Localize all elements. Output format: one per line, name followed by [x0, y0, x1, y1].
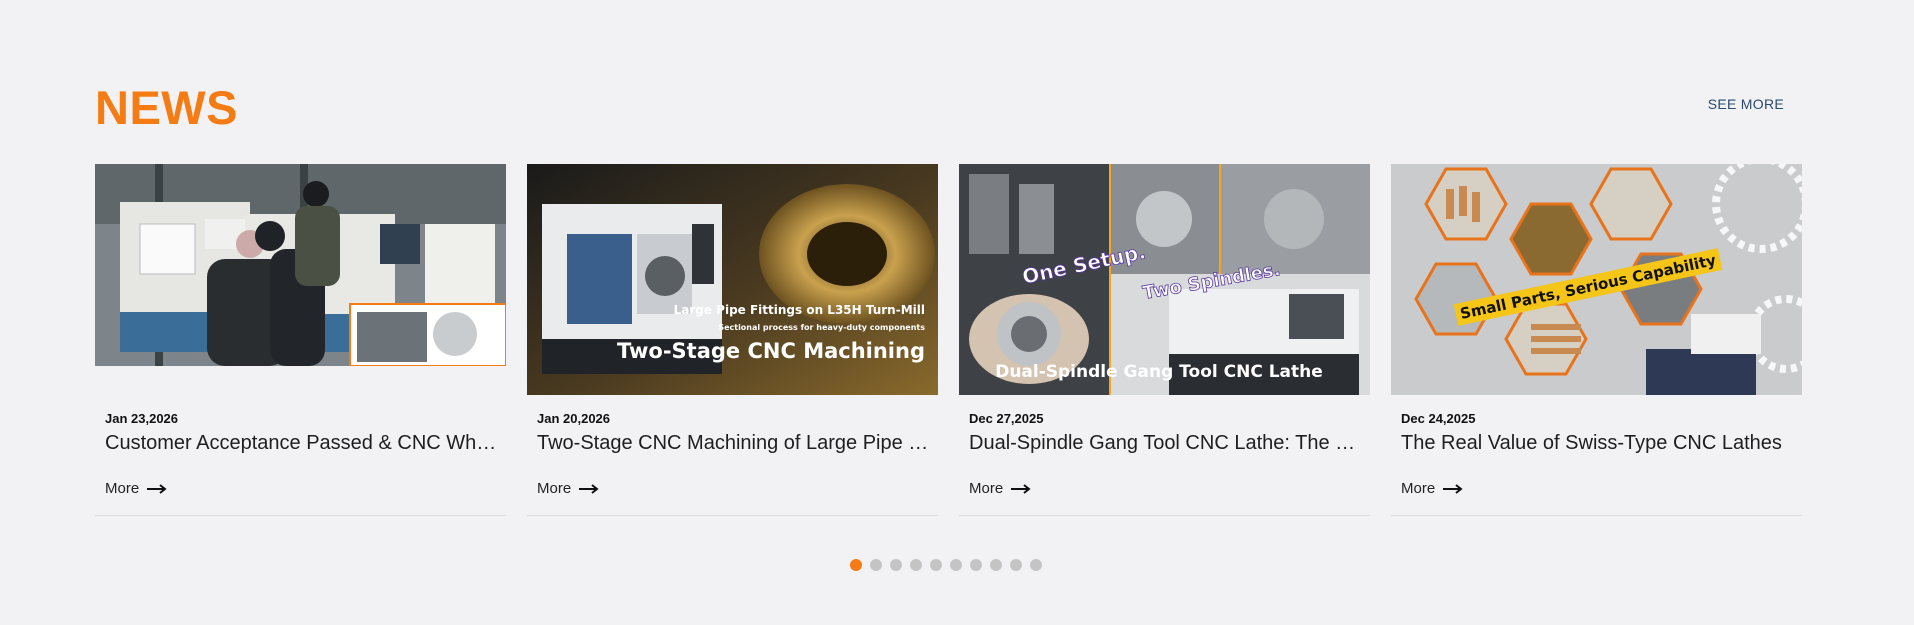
carousel-dot[interactable] [970, 559, 982, 571]
news-thumbnail[interactable]: Small Parts, Serious Capability [1391, 164, 1802, 395]
dual-spindle-lathe-image: One Setup. Two Spindles. Dual-Spindle Ga… [959, 164, 1370, 395]
carousel-dot[interactable] [1030, 559, 1042, 571]
more-link[interactable]: More [969, 480, 1031, 497]
carousel-pagination [850, 559, 1042, 571]
overlay-caption-big: Two-Stage CNC Machining [617, 339, 925, 363]
news-carousel: Jan 23,2026 Customer Acceptance Passed &… [95, 164, 1802, 516]
news-card[interactable]: Small Parts, Serious Capability Dec 24,2… [1391, 164, 1802, 516]
more-label: More [105, 480, 140, 497]
carousel-dot[interactable] [910, 559, 922, 571]
arrow-right-icon [579, 483, 599, 494]
news-date: Jan 23,2026 [105, 411, 179, 426]
news-headline[interactable]: The Real Value of Swiss-Type CNC Lathes [1401, 432, 1797, 455]
arrow-right-icon [1443, 483, 1463, 494]
news-card[interactable]: One Setup. Two Spindles. Dual-Spindle Ga… [959, 164, 1370, 516]
news-thumbnail[interactable]: Large Pipe Fittings on L35H Turn-Mill Se… [527, 164, 938, 395]
news-thumbnail[interactable] [95, 164, 506, 395]
arrow-right-icon [1011, 483, 1031, 494]
more-link[interactable]: More [537, 480, 599, 497]
arrow-right-icon [147, 483, 167, 494]
carousel-dot[interactable] [870, 559, 882, 571]
overlay-caption-tiny: Sectional process for heavy-duty compone… [718, 323, 925, 332]
news-date: Jan 20,2026 [537, 411, 611, 426]
news-date: Dec 27,2025 [969, 411, 1044, 426]
news-thumbnail[interactable]: One Setup. Two Spindles. Dual-Spindle Ga… [959, 164, 1370, 395]
news-section: NEWS SEE MORE Jan 23,2026 Customer Accep… [95, 0, 1802, 625]
carousel-dot[interactable] [950, 559, 962, 571]
carousel-dot[interactable] [890, 559, 902, 571]
news-date: Dec 24,2025 [1401, 411, 1476, 426]
more-link[interactable]: More [1401, 480, 1463, 497]
overlay-caption-big: Dual-Spindle Gang Tool CNC Lathe [995, 362, 1323, 382]
cnc-machining-image: Large Pipe Fittings on L35H Turn-Mill Se… [527, 164, 938, 395]
carousel-dot[interactable] [850, 559, 862, 571]
more-label: More [969, 480, 1004, 497]
overlay-caption-small: Large Pipe Fittings on L35H Turn-Mill [674, 303, 925, 317]
carousel-dot[interactable] [930, 559, 942, 571]
news-card[interactable]: Jan 23,2026 Customer Acceptance Passed &… [95, 164, 506, 516]
carousel-dot[interactable] [990, 559, 1002, 571]
swiss-type-lathe-image: Small Parts, Serious Capability [1391, 164, 1802, 395]
news-card[interactable]: Large Pipe Fittings on L35H Turn-Mill Se… [527, 164, 938, 516]
factory-inspection-image [95, 164, 506, 395]
more-label: More [537, 480, 572, 497]
more-link[interactable]: More [105, 480, 167, 497]
section-title: NEWS [95, 81, 238, 134]
news-headline[interactable]: Customer Acceptance Passed & CNC Wh… [105, 432, 501, 455]
news-headline[interactable]: Two-Stage CNC Machining of Large Pipe … [537, 432, 933, 455]
see-more-link[interactable]: SEE MORE [1708, 96, 1784, 112]
more-label: More [1401, 480, 1436, 497]
news-headline[interactable]: Dual-Spindle Gang Tool CNC Lathe: The … [969, 432, 1365, 455]
carousel-dot[interactable] [1010, 559, 1022, 571]
